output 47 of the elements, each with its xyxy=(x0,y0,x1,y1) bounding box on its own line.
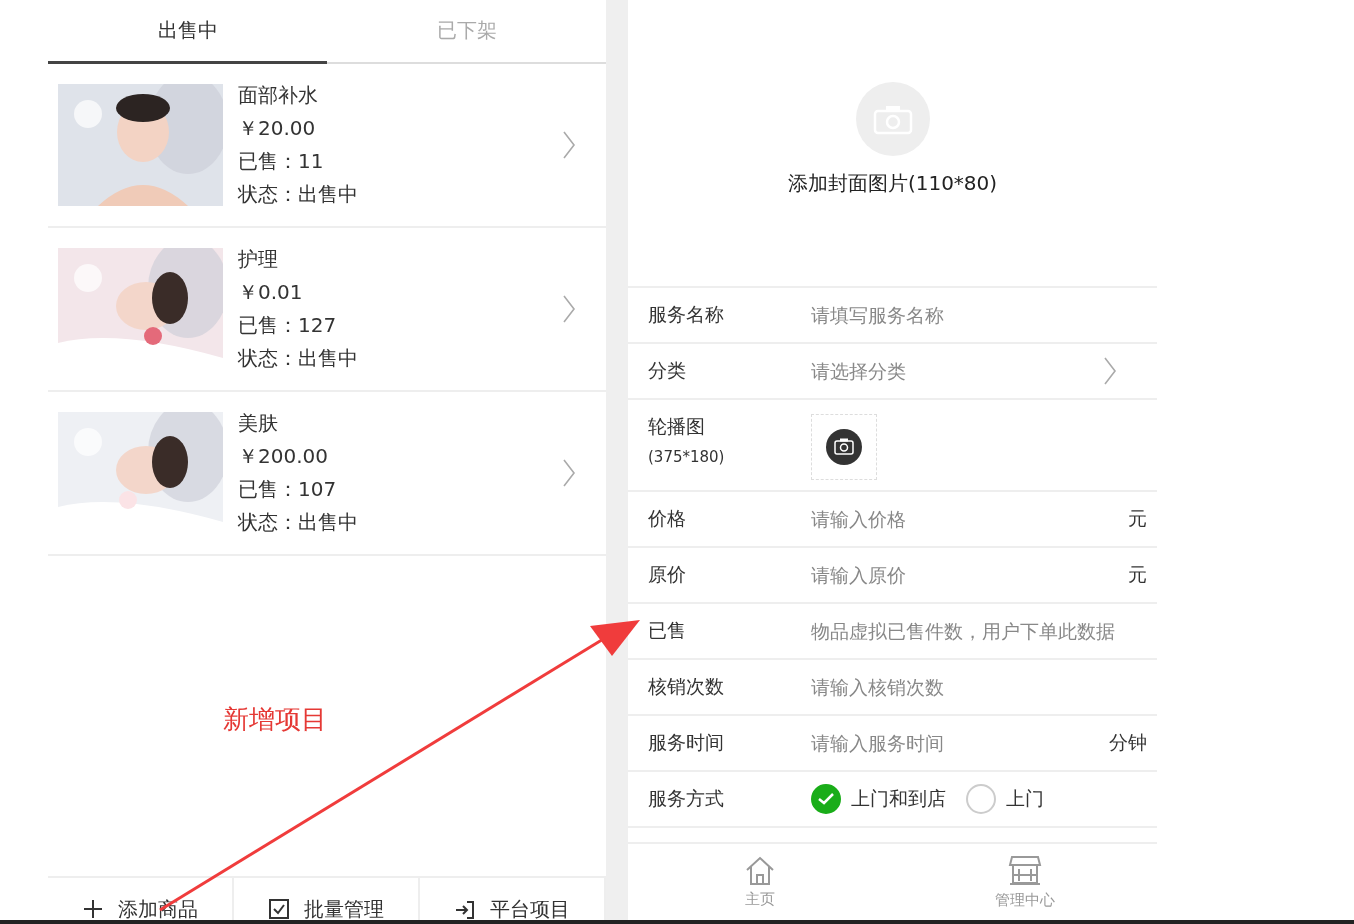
input-field[interactable]: 请输入服务时间 xyxy=(811,732,1109,754)
radio-option[interactable]: 上门和到店 xyxy=(811,784,946,814)
field-label: 服务时间 xyxy=(648,730,725,755)
product-price: ￥0.01 xyxy=(238,279,304,306)
select-field[interactable]: 请选择分类 xyxy=(811,360,1103,382)
plus-icon xyxy=(82,898,104,920)
field-label: 服务名称 xyxy=(648,302,725,327)
upload-button[interactable] xyxy=(811,414,877,480)
field-label: 核销次数 xyxy=(648,674,725,699)
cover-label: 添加封面图片(110*80) xyxy=(787,170,998,197)
product-name: 美肤 xyxy=(238,410,279,437)
field-label: 价格 xyxy=(648,506,687,531)
sold-count: 已售：11 xyxy=(238,148,325,175)
camera-icon xyxy=(826,429,862,465)
product-status: 状态：出售中 xyxy=(238,509,359,536)
field-label: 轮播图 xyxy=(648,414,706,439)
size-hint: (375*180) xyxy=(648,448,726,466)
product-status: 状态：出售中 xyxy=(238,345,359,372)
product-status: 状态：出售中 xyxy=(238,181,359,208)
input-field[interactable]: 请输入核销次数 xyxy=(811,676,1147,698)
product-name: 护理 xyxy=(238,246,279,273)
unit-label: 元 xyxy=(1128,506,1147,531)
field-label: 分类 xyxy=(648,358,687,383)
product-name: 面部补水 xyxy=(238,82,319,109)
chevron-icon xyxy=(1103,356,1117,386)
tab[interactable]: 出售中 xyxy=(48,0,327,64)
enter-icon xyxy=(454,898,476,920)
field-label: 已售 xyxy=(648,618,687,643)
radio-option[interactable]: 上门 xyxy=(966,784,1044,814)
checkbox-icon xyxy=(268,898,290,920)
input-field[interactable]: 请输入原价 xyxy=(811,564,1128,586)
input-field[interactable]: 物品虚拟已售件数，用户下单此数据 xyxy=(811,620,1147,642)
field-label: 服务方式 xyxy=(648,786,725,811)
unit-label: 分钟 xyxy=(1109,730,1147,755)
product-price: ￥20.00 xyxy=(238,115,317,142)
chevron-icon xyxy=(562,458,576,488)
input-field[interactable]: 请填写服务名称 xyxy=(811,304,1147,326)
sold-count: 已售：127 xyxy=(238,312,338,339)
input-field[interactable]: 请输入价格 xyxy=(811,508,1128,530)
product-price: ￥200.00 xyxy=(238,443,329,470)
sold-count: 已售：107 xyxy=(238,476,338,503)
field-label: 原价 xyxy=(648,562,687,587)
store-icon xyxy=(1007,854,1042,887)
chevron-icon xyxy=(562,130,576,160)
unit-label: 元 xyxy=(1128,562,1147,587)
annotation-text: 新增项目 xyxy=(223,703,327,736)
chevron-icon xyxy=(562,294,576,324)
